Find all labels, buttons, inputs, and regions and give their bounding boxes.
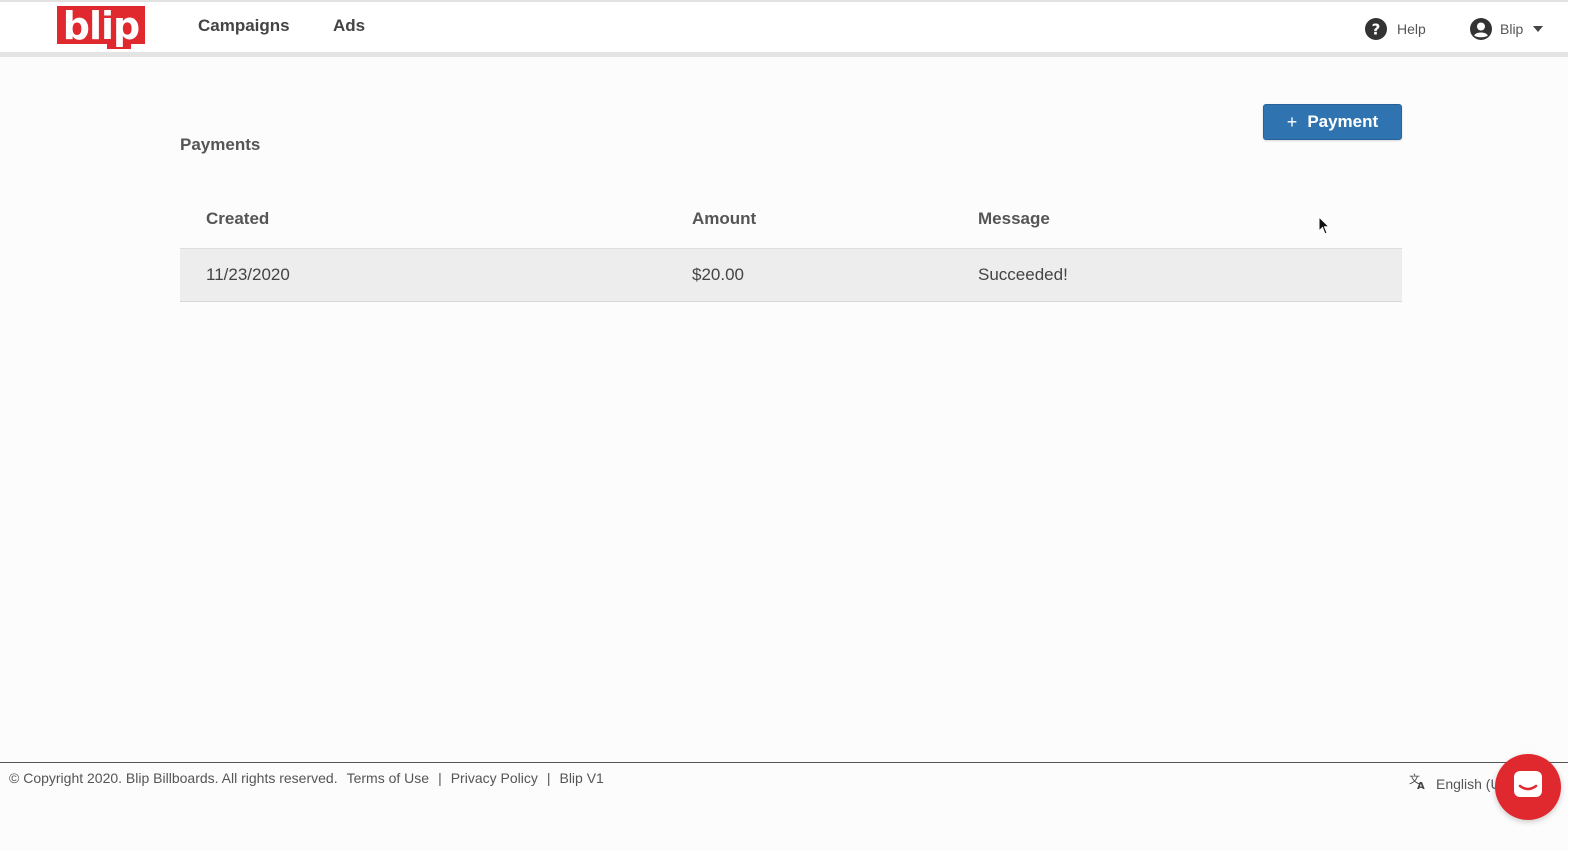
column-header-message[interactable]: Message: [978, 209, 1050, 229]
footer-separator: |: [546, 770, 551, 786]
chevron-down-icon: [1533, 26, 1544, 32]
add-payment-button[interactable]: + Payment: [1263, 104, 1402, 140]
language-selector[interactable]: 文 A English (U: [1408, 772, 1501, 795]
payments-table: Created Amount Message 11/23/2020 $20.00…: [180, 190, 1402, 302]
language-label: English (U: [1436, 775, 1501, 792]
user-circle-icon: [1470, 18, 1492, 40]
plus-icon: +: [1286, 111, 1298, 132]
chat-icon: [1511, 768, 1545, 807]
table-header: Created Amount Message: [180, 190, 1402, 249]
footer-separator: |: [438, 770, 442, 786]
add-payment-label: Payment: [1307, 112, 1379, 131]
cell-created: 11/23/2020: [206, 265, 290, 284]
nav-campaigns[interactable]: Campaigns: [198, 16, 290, 36]
mouse-cursor-icon: [1318, 215, 1331, 236]
question-circle-icon: ?: [1365, 18, 1387, 40]
header-shadow: [0, 52, 1588, 57]
blip-v1-link[interactable]: Blip V1: [559, 770, 603, 786]
column-header-created[interactable]: Created: [206, 209, 269, 229]
user-name: Blip: [1500, 21, 1524, 37]
page-scrollbar[interactable]: [1568, 0, 1588, 850]
svg-text:?: ?: [1372, 21, 1381, 39]
blip-logo[interactable]: blip: [57, 4, 145, 49]
footer: © Copyright 2020. Blip Billboards. All r…: [9, 770, 604, 786]
table-row[interactable]: 11/23/2020 $20.00 Succeeded!: [180, 249, 1402, 302]
cell-amount: $20.00: [692, 265, 744, 284]
top-navbar: blip Campaigns Ads ? Help Blip: [0, 2, 1588, 52]
help-label: Help: [1397, 21, 1426, 37]
column-header-amount[interactable]: Amount: [692, 209, 756, 229]
cell-message: Succeeded!: [978, 265, 1068, 284]
svg-text:blip: blip: [63, 6, 139, 48]
chat-launcher-button[interactable]: [1495, 754, 1561, 820]
footer-divider: [0, 762, 1568, 763]
user-menu[interactable]: Blip: [1470, 18, 1544, 40]
page-title: Payments: [180, 135, 261, 154]
copyright-text: © Copyright 2020. Blip Billboards. All r…: [9, 770, 338, 786]
translate-icon: 文 A: [1408, 772, 1427, 795]
help-link[interactable]: ? Help: [1365, 18, 1426, 40]
nav-ads[interactable]: Ads: [333, 16, 365, 36]
privacy-policy-link[interactable]: Privacy Policy: [451, 770, 538, 786]
svg-text:A: A: [1417, 781, 1425, 790]
terms-of-use-link[interactable]: Terms of Use: [347, 770, 429, 786]
